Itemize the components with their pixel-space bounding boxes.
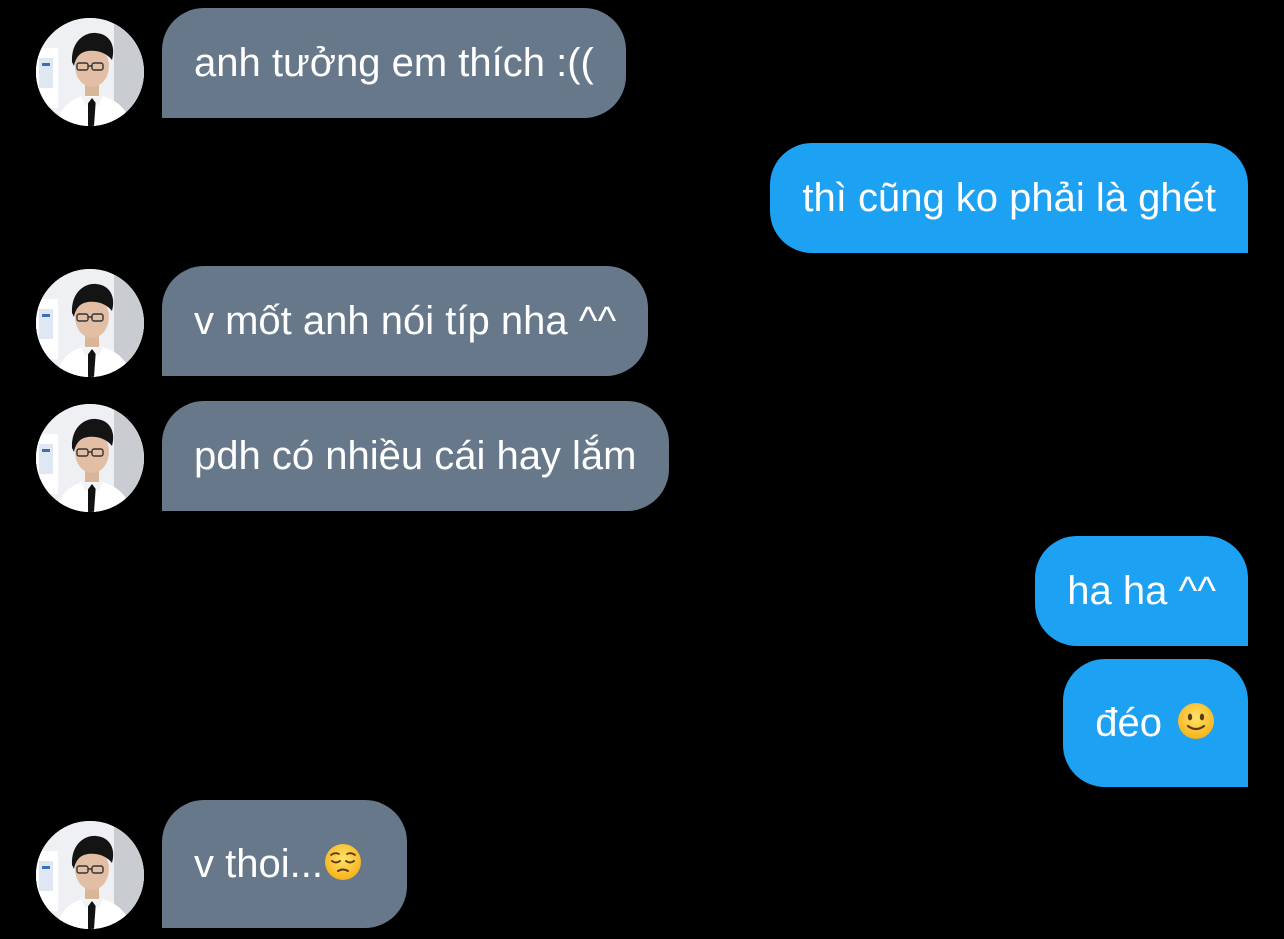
- message-bubble-incoming[interactable]: v thoi...: [162, 800, 407, 928]
- message-bubble-incoming[interactable]: pdh có nhiều cái hay lắm: [162, 401, 669, 511]
- avatar[interactable]: [36, 821, 144, 929]
- avatar[interactable]: [36, 269, 144, 377]
- slightly-smiling-face-emoji-icon: [1176, 701, 1216, 741]
- message-bubble-incoming[interactable]: v mốt anh nói típ nha ^^: [162, 266, 649, 376]
- message-text: ha ha ^^: [1067, 569, 1216, 613]
- message-text: v mốt anh nói típ nha ^^: [194, 299, 617, 343]
- avatar[interactable]: [36, 18, 144, 126]
- avatar[interactable]: [36, 404, 144, 512]
- message-bubble-incoming[interactable]: anh tưởng em thích :((: [162, 8, 626, 118]
- message-text: pdh có nhiều cái hay lắm: [194, 434, 637, 478]
- message-bubble-outgoing[interactable]: ha ha ^^: [1035, 536, 1248, 646]
- message-thread: anh tưởng em thích :(( thì cũng ko phải …: [0, 0, 1284, 939]
- avatar-photo-icon: [36, 269, 144, 377]
- message-bubble-outgoing[interactable]: thì cũng ko phải là ghét: [770, 143, 1248, 253]
- message-text: thì cũng ko phải là ghét: [802, 176, 1216, 220]
- avatar-photo-icon: [36, 821, 144, 929]
- avatar-photo-icon: [36, 404, 144, 512]
- message-text: anh tưởng em thích :((: [194, 41, 594, 85]
- pensive-face-emoji-icon: [323, 842, 363, 882]
- message-text: v thoi...: [194, 842, 323, 886]
- message-bubble-outgoing[interactable]: đéo: [1063, 659, 1248, 787]
- avatar-photo-icon: [36, 18, 144, 126]
- message-text: đéo: [1095, 701, 1162, 745]
